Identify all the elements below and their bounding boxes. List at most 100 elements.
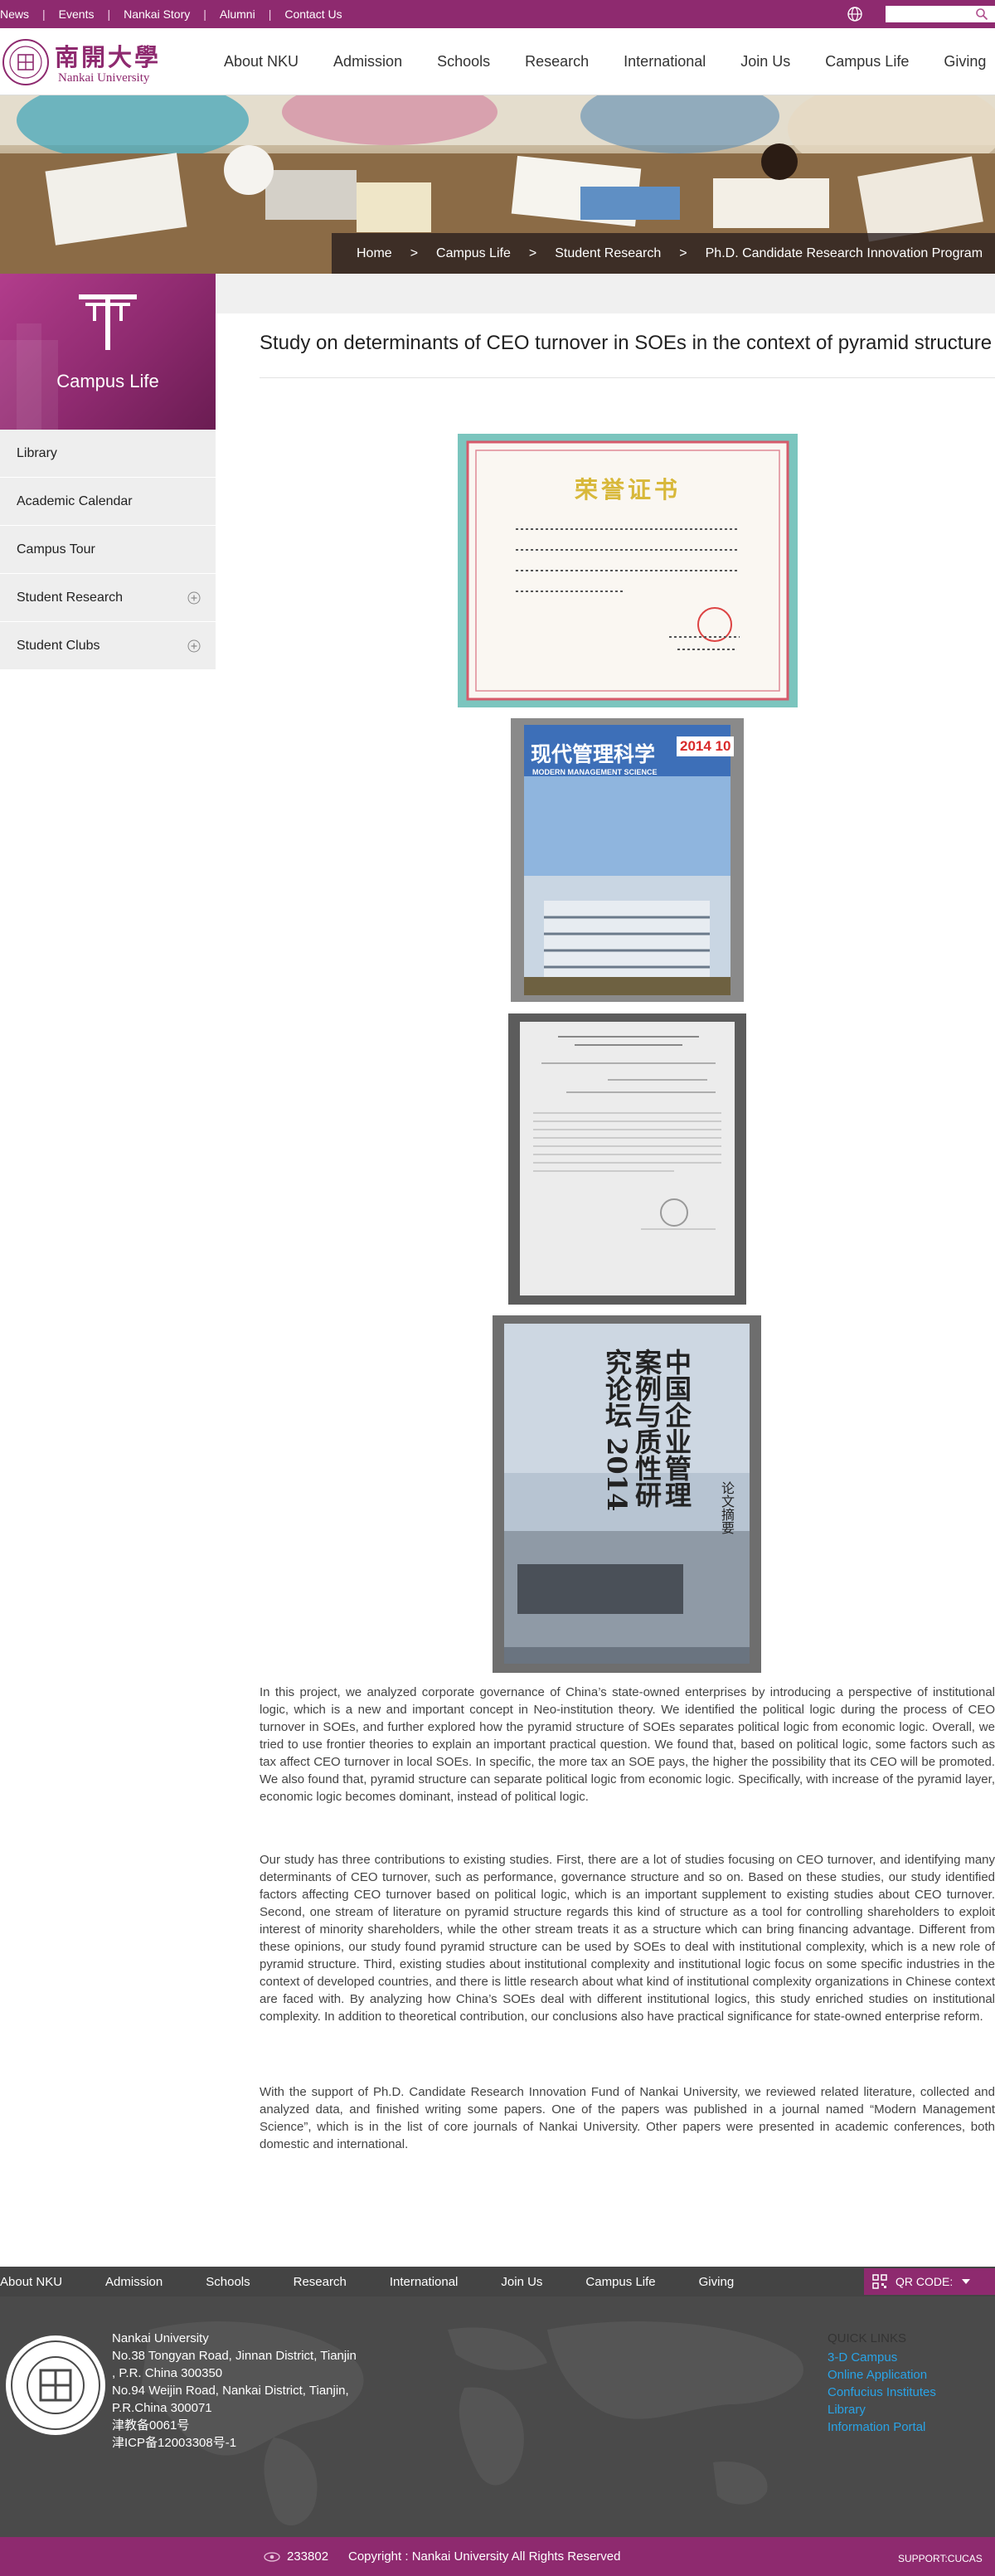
chevron-down-icon <box>962 2279 971 2284</box>
certificate-photo: 荣誉证书 <box>458 434 798 707</box>
footer-nav-schools[interactable]: Schools <box>206 2275 250 2289</box>
university-seal-icon <box>6 2335 105 2435</box>
sidebar-item-campus-tour[interactable]: Campus Tour <box>0 526 216 574</box>
visit-counter: 233802 <box>264 2549 328 2564</box>
university-seal-icon <box>2 39 49 85</box>
site-header: 南開大學 Nankai University About NKU Admissi… <box>0 28 995 95</box>
campus-gate-icon <box>0 294 137 430</box>
footer-nav-campus-life[interactable]: Campus Life <box>585 2275 655 2289</box>
nav-research[interactable]: Research <box>525 53 589 70</box>
address-line: , P.R. China 300350 <box>112 2366 223 2380</box>
footer-nav-join-us[interactable]: Join Us <box>501 2275 542 2289</box>
article-paragraph: With the support of Ph.D. Candidate Rese… <box>260 2085 995 2151</box>
breadcrumb-student-research[interactable]: Student Research <box>555 246 661 261</box>
top-link-events[interactable]: Events <box>59 7 95 21</box>
journal-subtitle: MODERN MANAGEMENT SCIENCE <box>532 768 658 776</box>
separator: | <box>42 7 46 21</box>
university-logo[interactable]: 南開大學 Nankai University <box>0 35 182 90</box>
quick-link-3d-campus[interactable]: 3-D Campus <box>828 2349 936 2366</box>
nav-giving[interactable]: Giving <box>944 53 986 70</box>
breadcrumb-separator: > <box>410 245 419 260</box>
journal-issue: 2014 10 <box>677 736 735 756</box>
visit-count: 233802 <box>287 2549 329 2564</box>
separator: | <box>107 7 111 21</box>
quick-links: QUICK LINKS 3-D Campus Online Applicatio… <box>828 2330 936 2436</box>
support-credit[interactable]: SUPPORT:CUCAS <box>898 2553 983 2564</box>
footer-nav-admission[interactable]: Admission <box>105 2275 163 2289</box>
sidebar-item-label: Campus Tour <box>17 542 95 557</box>
breadcrumb-campus-life[interactable]: Campus Life <box>436 246 511 261</box>
sidebar-title: Campus Life <box>56 371 159 391</box>
separator: | <box>268 7 272 21</box>
sidebar-item-label: Student Clubs <box>17 639 100 653</box>
forum-booklet-photo: 中国企业管理案例与质性研究论坛 2014 论文摘要 <box>493 1315 761 1673</box>
copyright-text: Copyright : Nankai University All Rights… <box>348 2549 621 2564</box>
logo-chinese-name: 南開大學 <box>55 43 162 71</box>
paper-abstract-photo <box>508 1013 746 1305</box>
top-link-contact-us[interactable]: Contact Us <box>284 7 342 21</box>
sidebar-item-library[interactable]: Library <box>0 430 216 478</box>
footer-nav-research[interactable]: Research <box>294 2275 347 2289</box>
certificate-heading: 荣誉证书 <box>574 476 681 503</box>
hero-banner: Home > Campus Life > Student Research > … <box>0 95 995 274</box>
quick-link-information-portal[interactable]: Information Portal <box>828 2418 936 2436</box>
footer-nav-international[interactable]: International <box>390 2275 459 2289</box>
sidebar-header: Campus Life <box>0 274 216 430</box>
breadcrumb: Home > Campus Life > Student Research > … <box>332 233 995 274</box>
logo-english-name: Nankai University <box>58 71 150 85</box>
nav-schools[interactable]: Schools <box>437 53 490 70</box>
sidebar-item-label: Academic Calendar <box>17 494 133 508</box>
sidebar-item-label: Student Research <box>17 591 124 605</box>
address-line: Nankai University <box>112 2331 209 2345</box>
sidebar-item-student-research[interactable]: Student Research <box>0 574 216 622</box>
address-line: No.38 Tongyan Road, Jinnan District, Tia… <box>112 2349 357 2363</box>
separator: | <box>203 7 206 21</box>
search-icon[interactable] <box>975 7 988 21</box>
title-divider <box>260 377 995 378</box>
nav-admission[interactable]: Admission <box>333 53 402 70</box>
footer-nav-about-nku[interactable]: About NKU <box>0 2275 62 2289</box>
article-paragraph: Our study has three contributions to exi… <box>260 1853 995 2024</box>
footer-nav-giving[interactable]: Giving <box>699 2275 735 2289</box>
footer-address: Nankai University No.38 Tongyan Road, Ji… <box>112 2330 357 2452</box>
forum-abstract-label: 论文摘要 <box>719 1481 735 1534</box>
breadcrumb-home[interactable]: Home <box>357 246 392 261</box>
sidebar-item-label: Library <box>17 446 57 460</box>
footer-navigation: About NKU Admission Schools Research Int… <box>0 2267 995 2297</box>
qr-code-label: QR CODE: <box>896 2275 954 2288</box>
quick-link-library[interactable]: Library <box>828 2401 936 2418</box>
eye-icon <box>264 2551 280 2562</box>
quick-link-online-application[interactable]: Online Application <box>828 2366 936 2384</box>
breadcrumb-current-page[interactable]: Ph.D. Candidate Research Innovation Prog… <box>706 246 983 261</box>
nav-about-nku[interactable]: About NKU <box>224 53 298 70</box>
top-link-nankai-story[interactable]: Nankai Story <box>124 7 190 21</box>
nav-international[interactable]: International <box>624 53 706 70</box>
globe-icon[interactable] <box>846 5 864 23</box>
address-line[interactable]: 津ICP备12003308号-1 <box>112 2434 357 2452</box>
address-line[interactable]: 津教备0061号 <box>112 2417 357 2434</box>
breadcrumb-separator: > <box>679 245 687 260</box>
address-line: P.R.China 300071 <box>112 2401 212 2415</box>
site-footer: Nankai University No.38 Tongyan Road, Ji… <box>0 2297 995 2537</box>
qr-code-icon <box>872 2274 887 2289</box>
top-link-news[interactable]: News <box>0 7 29 21</box>
article-title: Study on determinants of CEO turnover in… <box>260 332 993 354</box>
breadcrumb-separator: > <box>528 245 537 260</box>
main-navigation: About NKU Admission Schools Research Int… <box>224 28 995 95</box>
address-line: No.94 Weijin Road, Nankai District, Tian… <box>112 2384 349 2398</box>
qr-code-button[interactable]: QR CODE: <box>864 2268 995 2295</box>
copyright-bar: 233802 Copyright : Nankai University All… <box>0 2537 995 2576</box>
sidebar-menu: Library Academic Calendar Campus Tour St… <box>0 430 216 670</box>
expand-plus-icon[interactable] <box>187 591 201 605</box>
top-link-alumni[interactable]: Alumni <box>220 7 255 21</box>
sidebar-item-academic-calendar[interactable]: Academic Calendar <box>0 478 216 526</box>
quick-link-confucius-institutes[interactable]: Confucius Institutes <box>828 2384 936 2401</box>
nav-campus-life[interactable]: Campus Life <box>825 53 909 70</box>
nav-join-us[interactable]: Join Us <box>740 53 790 70</box>
forum-title: 中国企业管理案例与质性研究论坛 2014 <box>601 1349 692 1512</box>
journal-title: 现代管理科学 <box>531 742 656 766</box>
expand-plus-icon[interactable] <box>187 639 201 653</box>
top-links: News | Events | Nankai Story | Alumni | … <box>0 0 342 28</box>
content-top-strip <box>216 274 995 313</box>
sidebar-item-student-clubs[interactable]: Student Clubs <box>0 622 216 670</box>
